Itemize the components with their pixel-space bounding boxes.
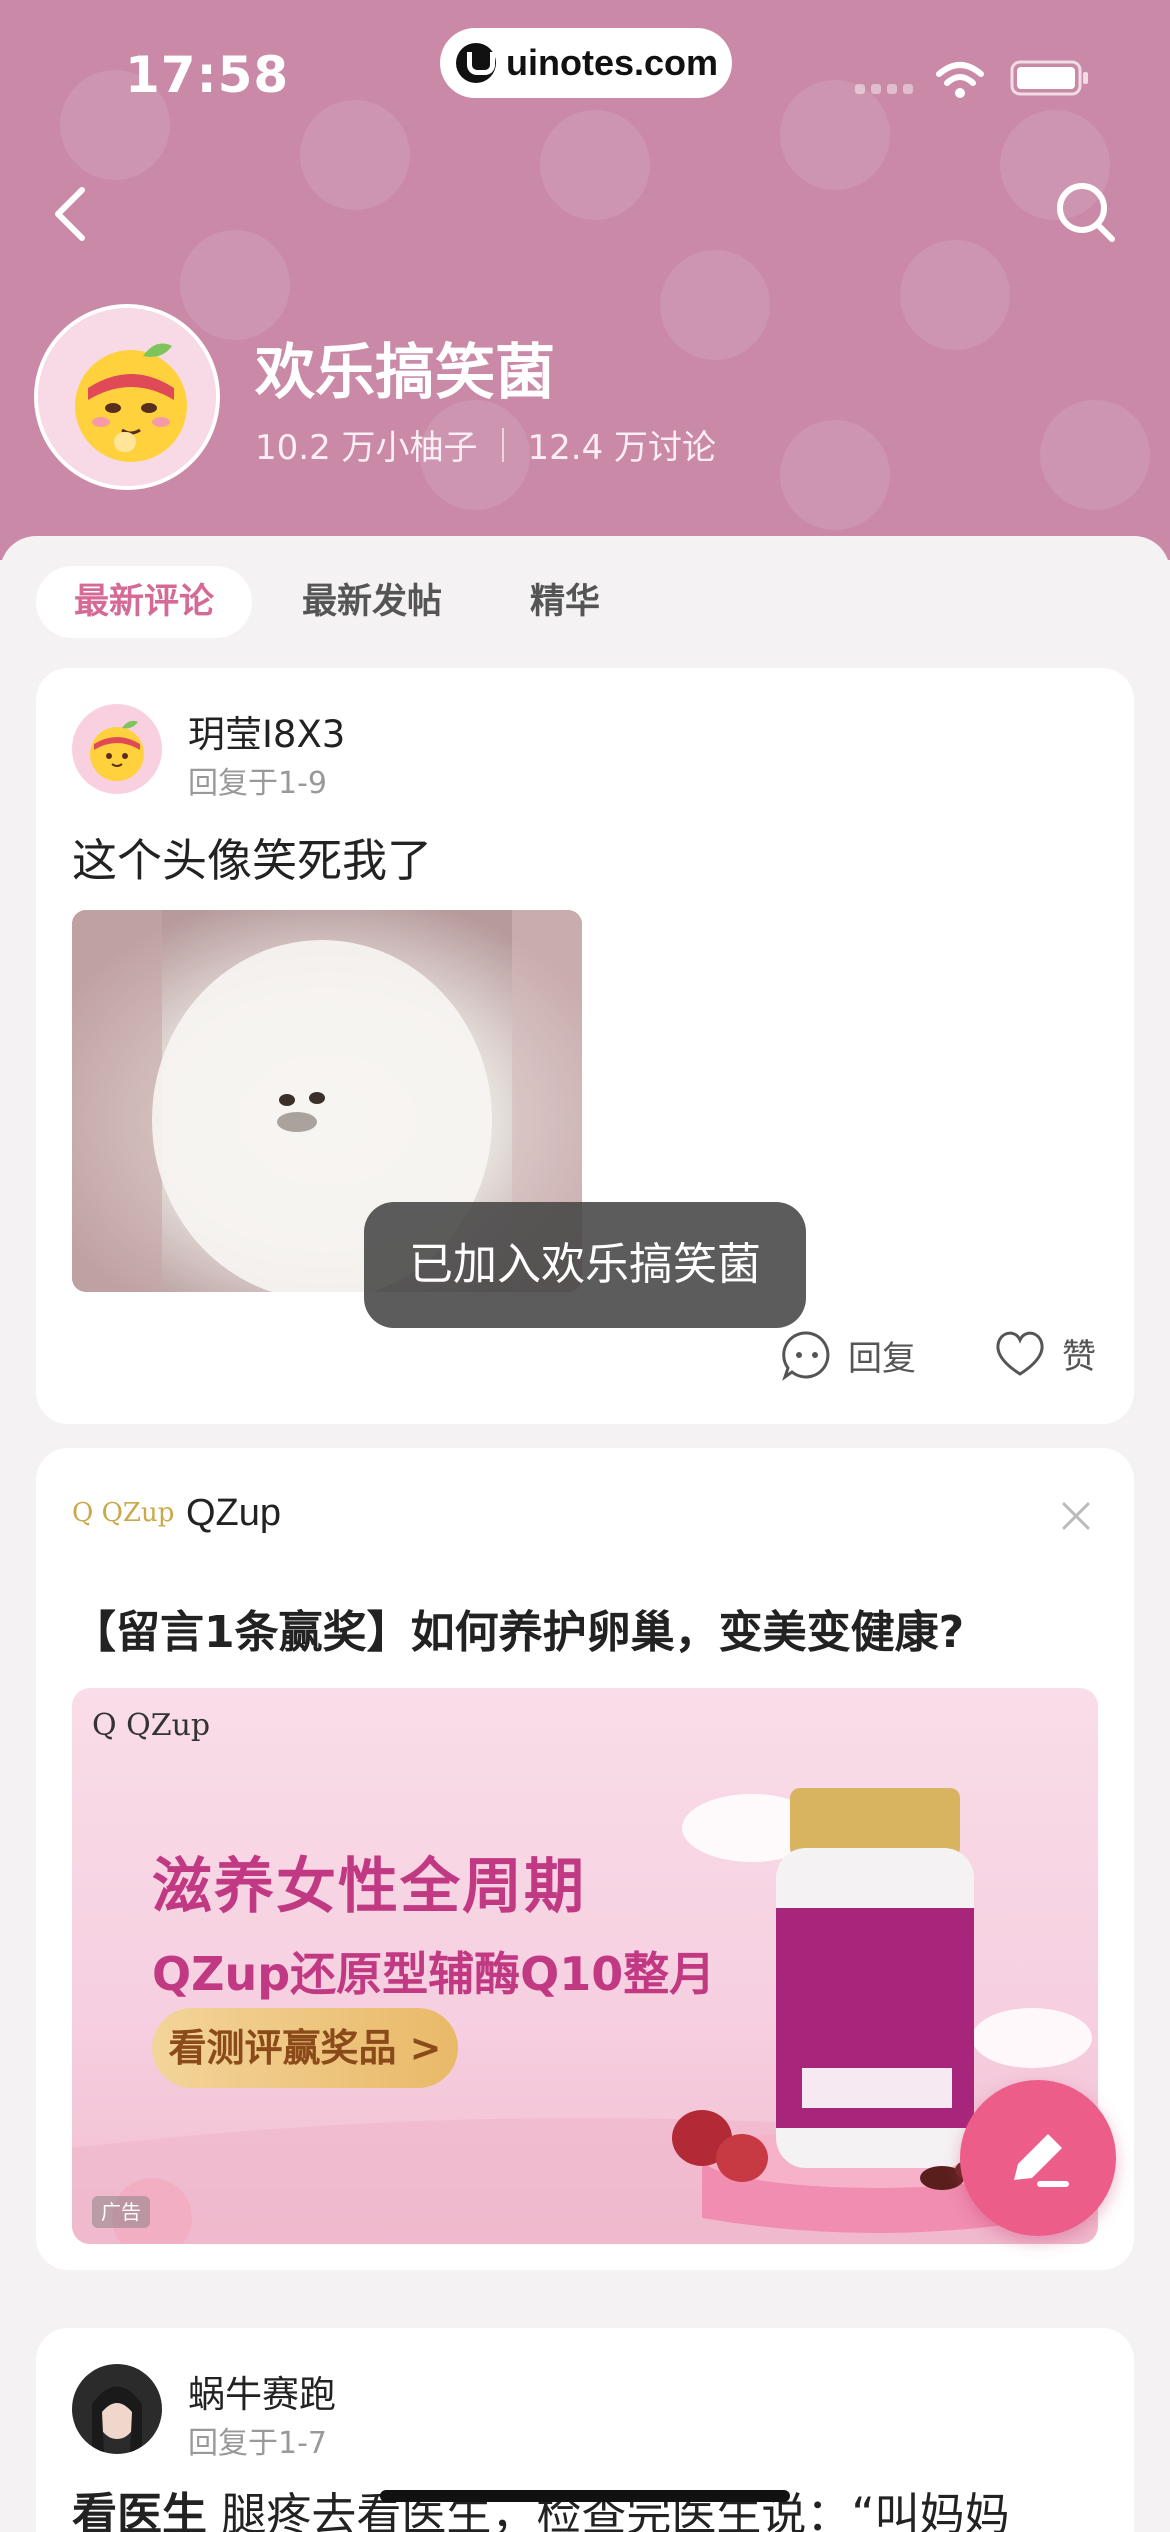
stats-divider (501, 427, 504, 462)
ad-brand-name[interactable]: QZup (186, 1492, 281, 1535)
home-indicator (380, 2490, 790, 2502)
status-time: 17:58 (125, 46, 290, 104)
like-label: 赞 (1062, 1336, 1096, 1377)
group-header: 17:58 uinotes.com 欢乐搞笑菌 10.2 万小柚子 12.4 万… (0, 0, 1170, 560)
url-pill: uinotes.com (440, 28, 732, 98)
reply-date: 回复于1-9 (188, 766, 327, 801)
tab-latest-comments[interactable]: 最新评论 (36, 566, 253, 638)
uinotes-logo-icon (456, 43, 496, 83)
avatar[interactable] (72, 2364, 162, 2454)
battery-icon (1010, 60, 1088, 96)
url-text: uinotes.com (506, 42, 719, 83)
tab-bar: 最新评论 最新发帖 精华 (36, 566, 650, 638)
citrus-mascot-icon (38, 308, 216, 486)
post-text[interactable]: 这个头像笑死我了 (72, 824, 432, 889)
member-count: 10.2 万小柚子 (255, 428, 478, 468)
user-photo-image (72, 2364, 162, 2454)
toast-message: 已加入欢乐搞笑菌 (364, 1202, 806, 1328)
pencil-icon (1014, 2134, 1069, 2187)
banner-logo: Q QZup (92, 1708, 211, 1743)
wifi-icon (936, 62, 984, 98)
ad-label-badge: 广告 (92, 2196, 150, 2228)
ad-cta-button[interactable]: 看测评赢奖品 > (152, 2008, 458, 2088)
group-title: 欢乐搞笑菌 (255, 338, 555, 408)
post-text[interactable]: 看医生 腿疼去看医生，检查完医生说：“叫妈妈 (72, 2478, 1010, 2532)
user-name[interactable]: 玥莹I8X3 (188, 704, 345, 758)
content-panel: 最新评论 最新发帖 精华 玥莹I8X3 回复于1-9 这个头像笑死我了 回复 赞… (0, 536, 1170, 2532)
reply-button[interactable]: 回复 (780, 1328, 916, 1382)
ad-headline[interactable]: 【留言1条赢奖】如何养护卵巢，变美变健康? (72, 1596, 964, 1660)
back-icon[interactable] (40, 170, 100, 250)
ad-brand-logo: Q QZup (72, 1498, 175, 1528)
user-name[interactable]: 蜗牛赛跑 (188, 2364, 336, 2418)
reply-label: 回复 (848, 1338, 916, 1379)
signal-icon (855, 84, 913, 94)
compose-button[interactable] (960, 2080, 1116, 2236)
heart-icon (996, 1331, 1044, 1376)
search-icon[interactable] (1050, 170, 1120, 250)
discussion-count: 12.4 万讨论 (527, 428, 717, 468)
group-avatar[interactable] (34, 304, 220, 490)
comment-icon (782, 1331, 830, 1381)
like-button[interactable]: 赞 (992, 1328, 1096, 1378)
group-stats: 10.2 万小柚子 12.4 万讨论 (255, 420, 716, 469)
post-text-bold: 看医生 (72, 2488, 208, 2532)
close-icon[interactable] (1056, 1496, 1096, 1536)
status-bar: 17:58 uinotes.com (0, 0, 1170, 140)
citrus-avatar-icon (72, 704, 162, 794)
ad-tagline: 滋养女性全周期 (152, 1852, 586, 1922)
ad-product-line: QZup还原型辅酶Q10整月 (152, 1947, 716, 2001)
ad-banner[interactable]: Q QZup 滋养女性全周期 QZup还原型辅酶Q10整月 看测评赢奖品 > 广… (72, 1688, 1098, 2244)
avatar[interactable] (72, 704, 162, 794)
reply-date: 回复于1-7 (188, 2426, 327, 2461)
tab-latest-posts[interactable]: 最新发帖 (264, 566, 480, 638)
tab-featured[interactable]: 精华 (492, 566, 638, 638)
